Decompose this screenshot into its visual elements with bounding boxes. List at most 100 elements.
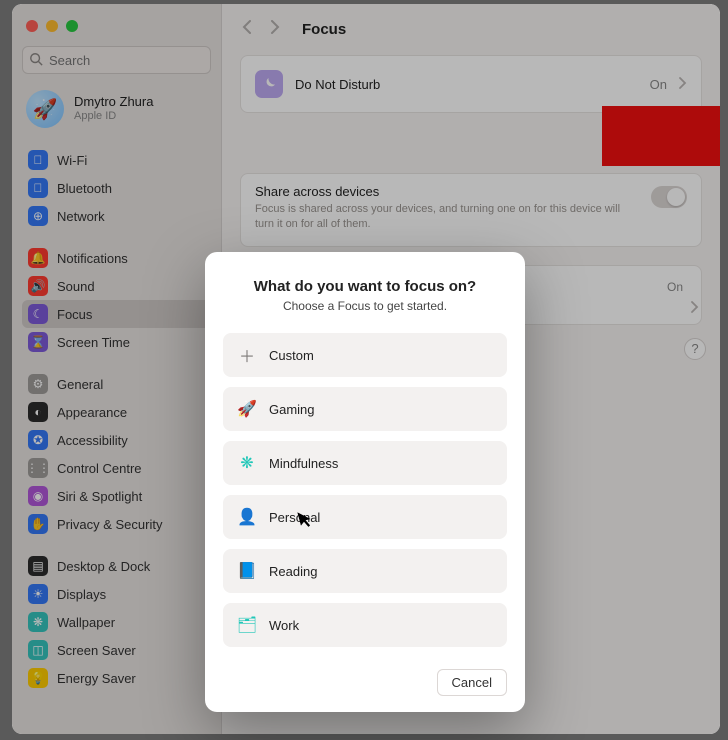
gaming-icon: 🚀 — [237, 399, 257, 419]
page-title: Focus — [302, 21, 346, 38]
focus-option-label: Gaming — [269, 402, 315, 417]
sidebar-item-label: Siri & Spotlight — [57, 489, 142, 504]
avatar: 🚀 — [26, 90, 64, 128]
personal-icon: 👤 — [237, 507, 257, 527]
sidebar-item-screen-time[interactable]: ⌛ Screen Time — [22, 328, 211, 356]
dnd-status: On — [650, 77, 667, 92]
sidebar-item-wifi[interactable]: 󰖩 Wi-Fi — [22, 146, 211, 174]
search-icon — [29, 52, 43, 69]
chevron-right-icon — [691, 300, 699, 318]
control-centre-icon: ⋮⋮ — [28, 458, 48, 478]
screen-time-icon: ⌛ — [28, 332, 48, 352]
focus-option-label: Mindfulness — [269, 456, 338, 471]
sidebar-item-wallpaper[interactable]: ❋ Wallpaper — [22, 608, 211, 636]
nav-forward-icon[interactable] — [268, 20, 282, 39]
focus-option-mindfulness[interactable]: ❋ Mindfulness — [223, 441, 507, 485]
sidebar-item-label: General — [57, 377, 103, 392]
sidebar-item-label: Wi-Fi — [57, 153, 87, 168]
sidebar-item-label: Displays — [57, 587, 106, 602]
displays-icon: ☀ — [28, 584, 48, 604]
accessibility-icon: ✪ — [28, 430, 48, 450]
energy-saver-icon: 💡 — [28, 668, 48, 688]
focus-option-custom[interactable]: ＋ Custom — [223, 333, 507, 377]
sidebar-item-label: Energy Saver — [57, 671, 136, 686]
cancel-button[interactable]: Cancel — [437, 669, 507, 696]
wifi-icon: 󰖩 — [28, 150, 48, 170]
sidebar-item-sound[interactable]: 🔊 Sound — [22, 272, 211, 300]
sidebar-item-bluetooth[interactable]: 󰂯 Bluetooth — [22, 174, 211, 202]
sidebar-item-label: Control Centre — [57, 461, 142, 476]
share-panel: Share across devices Focus is shared acr… — [240, 173, 702, 247]
sidebar-item-control-centre[interactable]: ⋮⋮ Control Centre — [22, 454, 211, 482]
sidebar-item-siri-spotlight[interactable]: ◉Siri & Spotlight — [22, 482, 211, 510]
add-focus-button[interactable]: Add Focus... — [609, 131, 698, 155]
work-icon: 🗂 — [237, 615, 257, 635]
add-focus-modal: What do you want to focus on? Choose a F… — [205, 252, 525, 712]
custom-icon: ＋ — [237, 345, 257, 365]
sidebar-item-desktop-dock[interactable]: ▤Desktop & Dock — [22, 552, 211, 580]
sidebar: 🚀 Dmytro Zhura Apple ID 󰖩 Wi-Fi 󰂯 Bluetooth… — [12, 4, 222, 734]
modal-title: What do you want to focus on? — [223, 278, 507, 295]
search-container — [22, 46, 211, 74]
desktop-dock-icon: ▤ — [28, 556, 48, 576]
appearance-icon: ◐ — [28, 402, 48, 422]
dnd-row[interactable]: Do Not Disturb On — [241, 56, 701, 112]
focus-icon: ☾ — [28, 304, 48, 324]
sidebar-item-screen-saver[interactable]: ◫Screen Saver — [22, 636, 211, 664]
sidebar-item-privacy-security[interactable]: ✋ Privacy & Security — [22, 510, 211, 538]
dnd-panel: Do Not Disturb On — [240, 55, 702, 113]
focus-option-label: Reading — [269, 564, 317, 579]
share-desc: Focus is shared across your devices, and… — [255, 202, 641, 232]
close-icon[interactable] — [26, 20, 38, 32]
focus-option-label: Work — [269, 618, 299, 633]
sidebar-item-label: Accessibility — [57, 433, 128, 448]
share-toggle[interactable] — [651, 186, 687, 208]
dnd-label: Do Not Disturb — [295, 77, 638, 92]
window-controls — [22, 12, 211, 46]
chevron-right-icon — [679, 76, 687, 92]
modal-subtitle: Choose a Focus to get started. — [223, 299, 507, 313]
bluetooth-icon: 󰂯 — [28, 178, 48, 198]
moon-icon — [255, 70, 283, 98]
sidebar-item-notifications[interactable]: 🔔 Notifications — [22, 244, 211, 272]
focus-option-label: Personal — [269, 510, 320, 525]
sound-icon: 🔊 — [28, 276, 48, 296]
profile-row[interactable]: 🚀 Dmytro Zhura Apple ID — [22, 84, 211, 142]
wallpaper-icon: ❋ — [28, 612, 48, 632]
sidebar-item-label: Screen Time — [57, 335, 130, 350]
minimize-icon[interactable] — [46, 20, 58, 32]
sidebar-item-label: Network — [57, 209, 105, 224]
focus-option-label: Custom — [269, 348, 314, 363]
mindfulness-icon: ❋ — [237, 453, 257, 473]
sidebar-item-energy-saver[interactable]: 💡 Energy Saver — [22, 664, 211, 692]
screen-saver-icon: ◫ — [28, 640, 48, 660]
privacy-security-icon: ✋ — [28, 514, 48, 534]
focus-option-reading[interactable]: 📘Reading — [223, 549, 507, 593]
sidebar-item-label: Sound — [57, 279, 95, 294]
sidebar-item-label: Privacy & Security — [57, 517, 162, 532]
profile-name: Dmytro Zhura — [74, 95, 153, 110]
sidebar-item-general[interactable]: ⚙ General — [22, 370, 211, 398]
help-button[interactable]: ? — [684, 338, 706, 360]
sidebar-item-label: Wallpaper — [57, 615, 115, 630]
share-title: Share across devices — [255, 184, 641, 199]
maximize-icon[interactable] — [66, 20, 78, 32]
general-icon: ⚙ — [28, 374, 48, 394]
sidebar-item-displays[interactable]: ☀ Displays — [22, 580, 211, 608]
notifications-icon: 🔔 — [28, 248, 48, 268]
sidebar-item-accessibility[interactable]: ✪ Accessibility — [22, 426, 211, 454]
focus-option-work[interactable]: 🗂 Work — [223, 603, 507, 647]
network-icon: ⊕ — [28, 206, 48, 226]
search-input[interactable] — [22, 46, 211, 74]
focus-status-value: On — [667, 280, 683, 294]
focus-option-personal[interactable]: 👤 Personal — [223, 495, 507, 539]
sidebar-item-label: Focus — [57, 307, 92, 322]
sidebar-item-label: Bluetooth — [57, 181, 112, 196]
sidebar-item-label: Notifications — [57, 251, 128, 266]
profile-sub: Apple ID — [74, 110, 153, 123]
focus-option-gaming[interactable]: 🚀 Gaming — [223, 387, 507, 431]
sidebar-item-focus[interactable]: ☾ Focus — [22, 300, 211, 328]
sidebar-item-network[interactable]: ⊕ Network — [22, 202, 211, 230]
sidebar-item-appearance[interactable]: ◐Appearance — [22, 398, 211, 426]
nav-back-icon[interactable] — [240, 20, 254, 39]
